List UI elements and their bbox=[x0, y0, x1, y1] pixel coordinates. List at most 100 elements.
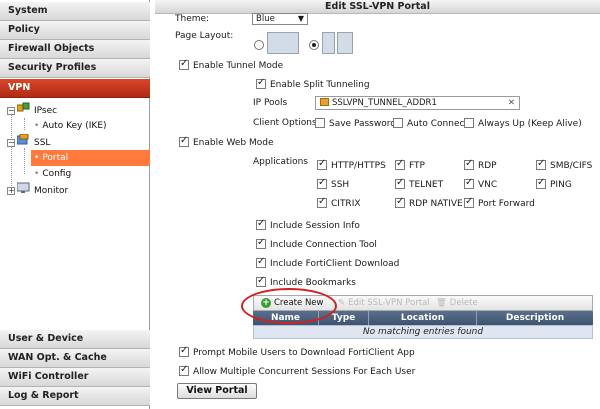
column-type[interactable]: Type bbox=[319, 311, 369, 325]
auto-connect-checkbox[interactable] bbox=[393, 118, 403, 128]
theme-select[interactable]: Blue ▼ bbox=[252, 13, 308, 25]
bookmarks-toolbar: + Create New ✎ Edit SSL-VPN Portal 🗑 Delete bbox=[253, 295, 593, 311]
layout-radio-single[interactable] bbox=[254, 40, 264, 50]
nav-security-profiles[interactable]: Security Profiles bbox=[0, 59, 150, 78]
chevron-down-icon: ▼ bbox=[297, 14, 304, 23]
connection-tool-checkbox[interactable] bbox=[256, 237, 266, 249]
prompt-mobile-checkbox[interactable] bbox=[179, 345, 189, 357]
edit-icon: ✎ bbox=[338, 298, 346, 308]
layout-radio-double[interactable] bbox=[309, 40, 319, 50]
app-checkbox[interactable] bbox=[395, 177, 405, 189]
app-vnc[interactable]: VNC bbox=[464, 177, 497, 191]
include-session-info[interactable]: Include Session Info bbox=[256, 218, 360, 232]
view-portal-button[interactable]: View Portal bbox=[177, 383, 257, 399]
ip-pool-field[interactable]: SSLVPN_TUNNEL_ADDR1 ✕ bbox=[315, 96, 520, 110]
app-rdp-native[interactable]: RDP NATIVE bbox=[395, 196, 463, 210]
plus-icon: + bbox=[261, 298, 271, 308]
app-citrix[interactable]: CITRIX bbox=[317, 196, 361, 210]
main-panel: Edit SSL-VPN Portal Theme: Blue ▼ Page La… bbox=[155, 0, 600, 409]
ipsec-icon bbox=[16, 102, 30, 119]
ip-pools-label: IP Pools bbox=[253, 98, 288, 108]
app-rdp[interactable]: RDP bbox=[464, 158, 497, 172]
nav-firewall-objects[interactable]: Firewall Objects bbox=[0, 40, 150, 59]
column-location[interactable]: Location bbox=[369, 311, 477, 325]
app-checkbox[interactable] bbox=[317, 196, 327, 208]
forticlient-download-checkbox[interactable] bbox=[256, 256, 266, 268]
app-checkbox[interactable] bbox=[464, 196, 474, 208]
split-tunneling-checkbox[interactable] bbox=[256, 77, 266, 89]
bookmarks-checkbox[interactable] bbox=[256, 275, 266, 287]
ssl-icon bbox=[16, 133, 30, 151]
delete-button[interactable]: 🗑 Delete bbox=[436, 297, 478, 309]
remove-icon[interactable]: ✕ bbox=[508, 97, 515, 109]
nav-wifi-controller[interactable]: WiFi Controller bbox=[0, 368, 150, 387]
save-password-option[interactable]: Save Password bbox=[315, 118, 396, 130]
app-checkbox[interactable] bbox=[536, 177, 546, 189]
layout-double-left-icon bbox=[322, 32, 335, 54]
prompt-mobile-users[interactable]: Prompt Mobile Users to Download FortiCli… bbox=[179, 345, 415, 359]
web-mode-checkbox[interactable] bbox=[179, 135, 189, 147]
app-checkbox[interactable] bbox=[395, 158, 405, 170]
app-telnet[interactable]: TELNET bbox=[395, 177, 443, 191]
tree-ssl[interactable]: − SSL bbox=[7, 133, 50, 151]
theme-label: Theme: bbox=[175, 14, 210, 24]
tree-auto-key[interactable]: • Auto Key (IKE) bbox=[34, 118, 107, 134]
always-up-option[interactable]: Always Up (Keep Alive) bbox=[464, 118, 582, 130]
nav-user-device[interactable]: User & Device bbox=[0, 330, 150, 349]
include-forticlient-download[interactable]: Include FortiClient Download bbox=[256, 256, 399, 270]
enable-tunnel-mode[interactable]: Enable Tunnel Mode bbox=[179, 58, 283, 72]
app-checkbox[interactable] bbox=[395, 196, 405, 208]
nav-policy[interactable]: Policy bbox=[0, 21, 150, 40]
always-up-checkbox[interactable] bbox=[464, 118, 474, 128]
enable-split-tunneling[interactable]: Enable Split Tunneling bbox=[256, 77, 370, 91]
app-checkbox[interactable] bbox=[464, 177, 474, 189]
client-options-label: Client Options bbox=[253, 118, 317, 128]
tree-ipsec[interactable]: − IPsec bbox=[7, 102, 57, 118]
tree-monitor[interactable]: + Monitor bbox=[7, 182, 68, 198]
nav-system[interactable]: System bbox=[0, 2, 150, 21]
save-password-checkbox[interactable] bbox=[315, 118, 325, 128]
app-checkbox[interactable] bbox=[536, 158, 546, 170]
layout-double-right-icon bbox=[337, 32, 353, 54]
app-checkbox[interactable] bbox=[464, 158, 474, 170]
app-ping[interactable]: PING bbox=[536, 177, 572, 191]
app-ftp[interactable]: FTP bbox=[395, 158, 425, 172]
app-checkbox[interactable] bbox=[317, 158, 327, 170]
expand-icon[interactable]: + bbox=[7, 186, 15, 195]
app-port-forward[interactable]: Port Forward bbox=[464, 196, 535, 210]
app-ssh[interactable]: SSH bbox=[317, 177, 349, 191]
session-info-checkbox[interactable] bbox=[256, 218, 266, 230]
app-smb-cifs[interactable]: SMB/CIFS bbox=[536, 158, 592, 172]
collapse-icon[interactable]: − bbox=[7, 138, 15, 147]
bookmarks-table-header: Name Type Location Description bbox=[253, 311, 593, 325]
trash-icon: 🗑 bbox=[436, 298, 447, 308]
create-new-button[interactable]: + Create New bbox=[260, 297, 328, 309]
column-description[interactable]: Description bbox=[477, 311, 593, 325]
app-checkbox[interactable] bbox=[317, 177, 327, 189]
auto-connect-option[interactable]: Auto Connect bbox=[393, 118, 468, 130]
nav-wan-opt-cache[interactable]: WAN Opt. & Cache bbox=[0, 349, 150, 368]
tree-line bbox=[24, 148, 25, 174]
tunnel-mode-checkbox[interactable] bbox=[179, 58, 189, 70]
empty-table-row: No matching entries found bbox=[253, 325, 593, 339]
include-connection-tool[interactable]: Include Connection Tool bbox=[256, 237, 377, 251]
tree-config[interactable]: • Config bbox=[34, 166, 71, 182]
allow-multiple-sessions[interactable]: Allow Multiple Concurrent Sessions For E… bbox=[179, 364, 415, 378]
column-name[interactable]: Name bbox=[253, 311, 319, 325]
tree-line bbox=[24, 118, 25, 130]
allow-multiple-checkbox[interactable] bbox=[179, 364, 189, 376]
nav-log-report[interactable]: Log & Report bbox=[0, 387, 150, 406]
sidebar: System Policy Firewall Objects Security … bbox=[0, 0, 150, 409]
include-bookmarks[interactable]: Include Bookmarks bbox=[256, 275, 356, 289]
dialog-title: Edit SSL-VPN Portal bbox=[155, 0, 600, 14]
collapse-icon[interactable]: − bbox=[7, 106, 15, 115]
nav-vpn[interactable]: VPN bbox=[0, 79, 150, 98]
applications-label: Applications bbox=[253, 157, 308, 167]
monitor-icon bbox=[16, 182, 30, 199]
app-http-https[interactable]: HTTP/HTTPS bbox=[317, 158, 386, 172]
page-layout-label: Page Layout: bbox=[175, 31, 234, 41]
tree-portal[interactable]: • Portal bbox=[31, 150, 150, 166]
address-icon bbox=[320, 98, 329, 106]
enable-web-mode[interactable]: Enable Web Mode bbox=[179, 135, 274, 149]
edit-portal-button[interactable]: ✎ Edit SSL-VPN Portal bbox=[338, 297, 430, 309]
